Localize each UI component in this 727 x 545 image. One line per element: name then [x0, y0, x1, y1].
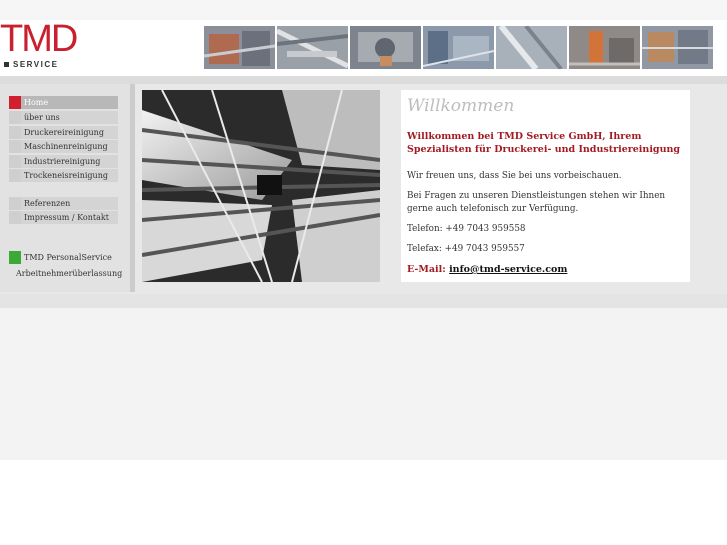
nav-item-ueber-uns[interactable]: über uns	[9, 111, 118, 124]
nav-item-label: über uns	[24, 113, 60, 122]
header-photo-7	[642, 26, 713, 69]
logo-wordmark: TMD	[0, 18, 78, 60]
logo-subtext: SERVICE	[13, 60, 59, 69]
welcome-panel: Willkommen Willkommen bei TMD Service Gm…	[401, 90, 690, 282]
nav-marker-icon	[9, 111, 21, 124]
nav-item-label: Home	[24, 98, 49, 107]
header-photo-1	[204, 26, 275, 69]
nav-marker-icon	[9, 197, 21, 210]
nav-marker-icon	[9, 155, 21, 168]
welcome-paragraph-2: Bei Fragen zu unseren Dienstleistungen s…	[407, 191, 666, 214]
email-label: E-Mail:	[407, 264, 446, 275]
nav-item-personalservice[interactable]: TMD PersonalService	[9, 251, 118, 264]
header-photo-strip	[204, 26, 713, 70]
phone-number: Telefon: +49 7043 959558	[407, 224, 526, 234]
top-strip	[0, 0, 727, 20]
email-link[interactable]: info@tmd-service.com	[449, 264, 567, 275]
email-row: E-Mail: info@tmd-service.com	[407, 264, 567, 275]
fax-number: Telefax: +49 7043 959557	[407, 244, 525, 254]
sidebar-divider	[130, 84, 135, 292]
sidebar-nav: Home über uns Druckereireinigung Maschin…	[0, 84, 130, 292]
nav-item-label: Impressum / Kontakt	[24, 213, 109, 222]
nav-item-trockeneisreinigung[interactable]: Trockeneisreinigung	[9, 169, 118, 182]
nav-item-label: TMD PersonalService	[24, 253, 112, 262]
lower-background	[0, 308, 727, 460]
nav-item-impressum-kontakt[interactable]: Impressum / Kontakt	[9, 211, 118, 224]
header-photo-4	[423, 26, 494, 69]
nav-item-referenzen[interactable]: Referenzen	[9, 197, 118, 210]
nav-marker-icon	[9, 211, 21, 224]
header-photo-2	[277, 26, 348, 69]
nav-item-maschinenreinigung[interactable]: Maschinenreinigung	[9, 140, 118, 153]
active-marker-icon	[9, 96, 21, 109]
welcome-headline: Willkommen bei TMD Service GmbH, Ihrem S…	[407, 131, 681, 155]
header-divider-band	[0, 76, 727, 84]
printing-machine-photo	[142, 90, 380, 282]
header-photo-3	[350, 26, 421, 69]
nav-item-label: Referenzen	[24, 199, 71, 208]
nav-marker-icon	[9, 169, 21, 182]
nav-marker-icon	[9, 126, 21, 139]
content-area: Home über uns Druckereireinigung Maschin…	[0, 84, 727, 294]
header: TMD SERVICE	[0, 18, 727, 76]
nav-item-arbeitnehmerueberlassung[interactable]: Arbeitnehmerüberlassung	[16, 269, 122, 278]
nav-item-industriereinigung[interactable]: Industriereinigung	[9, 155, 118, 168]
page-bottom	[0, 460, 727, 545]
nav-item-label: Druckereireinigung	[24, 128, 104, 137]
content-bottom-band	[0, 294, 727, 308]
header-photo-6	[569, 26, 640, 69]
welcome-title: Willkommen	[407, 96, 515, 116]
personalservice-marker-icon	[9, 251, 21, 264]
tmd-logo[interactable]: TMD SERVICE	[0, 18, 100, 72]
nav-item-druckereireinigung[interactable]: Druckereireinigung	[9, 126, 118, 139]
nav-item-label: Industriereinigung	[24, 157, 101, 166]
nav-item-home[interactable]: Home	[9, 96, 118, 109]
welcome-paragraph-1: Wir freuen uns, dass Sie bei uns vorbeis…	[407, 171, 622, 181]
header-photo-5	[496, 26, 567, 69]
logo-square-icon	[4, 62, 9, 67]
nav-item-label: Trockeneisreinigung	[24, 171, 108, 180]
nav-item-label: Maschinenreinigung	[24, 142, 108, 151]
nav-marker-icon	[9, 140, 21, 153]
